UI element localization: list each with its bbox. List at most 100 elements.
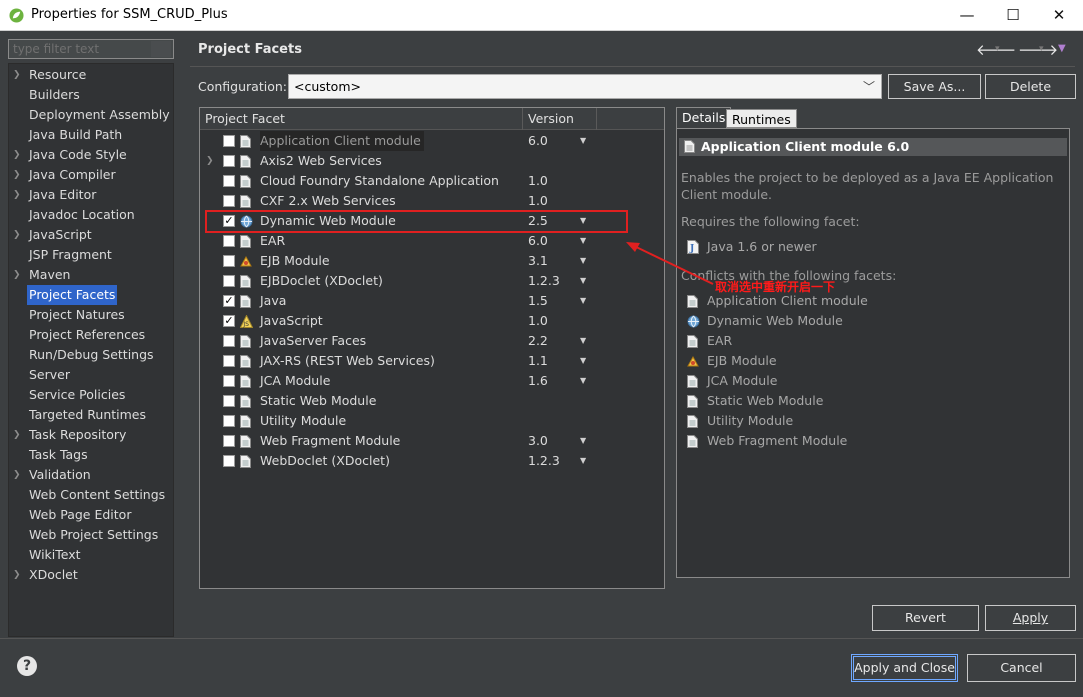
facet-checkbox[interactable] xyxy=(223,395,235,407)
sidebar-item[interactable]: ❯ Java Code Style xyxy=(9,145,173,165)
sidebar-item[interactable]: WikiText xyxy=(9,545,173,565)
facet-row[interactable]: Utility Module xyxy=(200,411,664,431)
version-dropdown-icon[interactable]: ▼ xyxy=(580,331,586,351)
sidebar-item[interactable]: Web Page Editor xyxy=(9,505,173,525)
facet-checkbox[interactable] xyxy=(223,135,235,147)
tab-runtimes[interactable]: Runtimes xyxy=(726,109,797,128)
facet-checkbox[interactable] xyxy=(223,235,235,247)
expand-arrow-icon[interactable]: ❯ xyxy=(13,225,21,245)
facet-row[interactable]: ❯ Axis2 Web Services xyxy=(200,151,664,171)
sidebar-item[interactable]: Project Facets xyxy=(9,285,173,305)
facet-checkbox[interactable] xyxy=(223,415,235,427)
facet-row[interactable]: JCA Module 1.6 ▼ xyxy=(200,371,664,391)
sidebar-item[interactable]: ❯ Java Compiler xyxy=(9,165,173,185)
minimize-button[interactable]: — xyxy=(944,0,990,31)
expand-arrow-icon[interactable]: ❯ xyxy=(13,165,21,185)
column-version[interactable]: Version xyxy=(528,111,574,126)
facet-checkbox[interactable] xyxy=(223,155,235,167)
version-dropdown-icon[interactable]: ▼ xyxy=(580,371,586,391)
facet-checkbox[interactable] xyxy=(223,175,235,187)
facet-version[interactable]: 3.1 xyxy=(528,251,548,271)
apply-and-close-button[interactable]: Apply and Close xyxy=(851,654,958,682)
facet-row[interactable]: ✓ JS JavaScript 1.0 xyxy=(200,311,664,331)
facet-version[interactable]: 1.0 xyxy=(528,171,548,191)
sidebar-item[interactable]: Web Content Settings xyxy=(9,485,173,505)
facet-version[interactable]: 1.6 xyxy=(528,371,548,391)
expand-arrow-icon[interactable]: ❯ xyxy=(13,65,21,85)
apply-button[interactable]: Apply xyxy=(985,605,1076,631)
sidebar-item[interactable]: Project Natures xyxy=(9,305,173,325)
sidebar-item[interactable]: JSP Fragment xyxy=(9,245,173,265)
sidebar-item[interactable]: ❯ Maven xyxy=(9,265,173,285)
facet-version[interactable]: 1.1 xyxy=(528,351,548,371)
column-project-facet[interactable]: Project Facet xyxy=(205,111,285,126)
version-dropdown-icon[interactable]: ▼ xyxy=(580,131,586,151)
facet-checkbox[interactable] xyxy=(223,335,235,347)
revert-button[interactable]: Revert xyxy=(872,605,979,631)
facet-row[interactable]: WebDoclet (XDoclet) 1.2.3 ▼ xyxy=(200,451,664,471)
sidebar-item[interactable]: Builders xyxy=(9,85,173,105)
version-dropdown-icon[interactable]: ▼ xyxy=(580,271,586,291)
tab-details[interactable]: Details xyxy=(676,107,732,128)
version-dropdown-icon[interactable]: ▼ xyxy=(580,431,586,451)
facet-version[interactable]: 1.0 xyxy=(528,311,548,331)
sidebar-item[interactable]: Task Tags xyxy=(9,445,173,465)
sidebar-item[interactable]: Deployment Assembly xyxy=(9,105,173,125)
version-dropdown-icon[interactable]: ▼ xyxy=(580,451,586,471)
sidebar-item[interactable]: Server xyxy=(9,365,173,385)
sidebar-item[interactable]: ❯ JavaScript xyxy=(9,225,173,245)
version-dropdown-icon[interactable]: ▼ xyxy=(580,291,586,311)
sidebar-item[interactable]: Run/Debug Settings xyxy=(9,345,173,365)
expand-arrow-icon[interactable]: ❯ xyxy=(13,565,21,585)
cancel-button[interactable]: Cancel xyxy=(967,654,1076,682)
version-dropdown-icon[interactable]: ▼ xyxy=(580,231,586,251)
facet-checkbox[interactable]: ✓ xyxy=(223,315,235,327)
filter-input[interactable] xyxy=(8,39,174,59)
facet-version[interactable]: 6.0 xyxy=(528,231,548,251)
expand-arrow-icon[interactable]: ❯ xyxy=(13,145,21,165)
version-dropdown-icon[interactable]: ▼ xyxy=(580,251,586,271)
expand-arrow-icon[interactable]: ❯ xyxy=(206,151,214,171)
facet-version[interactable]: 1.2.3 xyxy=(528,271,560,291)
view-menu-icon[interactable]: ▼ xyxy=(1058,43,1066,54)
facet-version[interactable]: 1.0 xyxy=(528,191,548,211)
facet-row[interactable]: EAR 6.0 ▼ xyxy=(200,231,664,251)
delete-button[interactable]: Delete xyxy=(985,74,1076,99)
facet-checkbox[interactable] xyxy=(223,255,235,267)
sidebar-item[interactable]: Java Build Path xyxy=(9,125,173,145)
facet-checkbox[interactable] xyxy=(223,275,235,287)
facet-row[interactable]: JavaServer Faces 2.2 ▼ xyxy=(200,331,664,351)
facet-checkbox[interactable] xyxy=(223,375,235,387)
facet-row[interactable]: EJB Module 3.1 ▼ xyxy=(200,251,664,271)
facet-row[interactable]: Cloud Foundry Standalone Application 1.0 xyxy=(200,171,664,191)
facet-version[interactable]: 1.2.3 xyxy=(528,451,560,471)
facet-checkbox[interactable] xyxy=(223,455,235,467)
facet-checkbox[interactable]: ✓ xyxy=(223,295,235,307)
sidebar-item[interactable]: Javadoc Location xyxy=(9,205,173,225)
expand-arrow-icon[interactable]: ❯ xyxy=(13,465,21,485)
sidebar-item[interactable]: ❯ Java Editor xyxy=(9,185,173,205)
facet-version[interactable]: 6.0 xyxy=(528,131,548,151)
sidebar-item[interactable]: Web Project Settings xyxy=(9,525,173,545)
forward-dropdown-icon[interactable]: ▾ xyxy=(1039,44,1044,54)
facet-version[interactable]: 3.0 xyxy=(528,431,548,451)
facet-row[interactable]: Application Client module 6.0 ▼ xyxy=(200,131,664,151)
expand-arrow-icon[interactable]: ❯ xyxy=(13,185,21,205)
sidebar-item[interactable]: Project References xyxy=(9,325,173,345)
save-as-button[interactable]: Save As... xyxy=(888,74,981,99)
expand-arrow-icon[interactable]: ❯ xyxy=(13,425,21,445)
sidebar-item[interactable]: ❯ XDoclet xyxy=(9,565,173,585)
sidebar-item[interactable]: ❯ Task Repository xyxy=(9,425,173,445)
sidebar-item[interactable]: Service Policies xyxy=(9,385,173,405)
facet-version[interactable]: 2.2 xyxy=(528,331,548,351)
back-dropdown-icon[interactable]: ▾ xyxy=(995,44,1000,54)
close-button[interactable]: ✕ xyxy=(1036,0,1082,31)
configuration-select[interactable]: <custom> ﹀ xyxy=(288,74,882,99)
maximize-button[interactable]: ☐ xyxy=(990,0,1036,31)
expand-arrow-icon[interactable]: ❯ xyxy=(13,265,21,285)
clear-filter-icon[interactable] xyxy=(151,41,171,57)
facet-row[interactable]: Web Fragment Module 3.0 ▼ xyxy=(200,431,664,451)
facet-row[interactable]: Static Web Module xyxy=(200,391,664,411)
facet-row[interactable]: JAX-RS (REST Web Services) 1.1 ▼ xyxy=(200,351,664,371)
facet-checkbox[interactable] xyxy=(223,355,235,367)
